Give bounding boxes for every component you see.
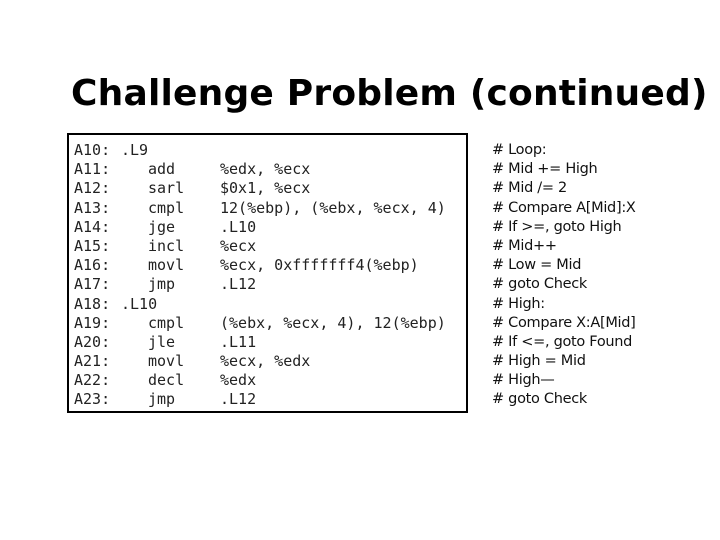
comment-line: # goto Check	[492, 391, 588, 408]
line-label: .L10	[121, 294, 158, 313]
comment-line: # Low = Mid	[492, 257, 582, 274]
line-address: A14:	[74, 217, 111, 236]
line-operands: .L10	[220, 217, 257, 236]
line-address: A16:	[74, 256, 111, 275]
line-opcode: movl	[148, 352, 185, 371]
line-opcode: jle	[148, 332, 176, 351]
line-address: A21:	[74, 352, 111, 371]
line-operands: %ecx, 0xfffffff4(%ebp)	[220, 256, 419, 275]
line-opcode: jmp	[148, 275, 176, 294]
line-address: A19:	[74, 313, 111, 332]
line-operands: %edx	[220, 371, 257, 390]
line-address: A17:	[74, 275, 111, 294]
line-label: .L9	[121, 141, 149, 159]
comment-line: # Mid++	[492, 237, 557, 254]
line-address: A22:	[74, 371, 111, 390]
line-opcode: jmp	[148, 390, 176, 409]
line-address: A20:	[74, 332, 111, 351]
comment-line: # High = Mid	[492, 353, 586, 370]
comment-line: # Mid /= 2	[492, 180, 567, 197]
line-opcode: incl	[148, 236, 185, 255]
comment-line: # If <=, goto Found	[492, 333, 633, 350]
code-comments: # Loop: # Mid += High # Mid /= 2 # Compa…	[492, 141, 636, 410]
line-operands: %ecx, %edx	[220, 352, 311, 371]
line-opcode: sarl	[148, 179, 185, 198]
line-address: A10:	[74, 141, 111, 159]
line-operands: .L12	[220, 390, 257, 409]
line-opcode: decl	[148, 371, 185, 390]
comment-line: # Compare A[Mid]:X	[492, 199, 636, 216]
line-operands: $0x1, %ecx	[220, 179, 311, 198]
line-address: A13:	[74, 198, 111, 217]
line-operands: .L11	[220, 332, 257, 351]
line-opcode: movl	[148, 256, 185, 275]
comment-line: # Compare X:A[Mid]	[492, 314, 636, 331]
comment-line: # goto Check	[492, 276, 588, 293]
line-address: A12:	[74, 179, 111, 198]
line-address: A23:	[74, 390, 111, 409]
comment-line: # Loop:	[492, 142, 547, 158]
line-address: A18:	[74, 294, 111, 313]
line-opcode: cmpl	[148, 198, 185, 217]
line-opcode: cmpl	[148, 313, 185, 332]
comment-line: # High:	[492, 295, 545, 312]
line-address: A15:	[74, 236, 111, 255]
line-opcode: jge	[148, 217, 176, 236]
line-address: A11:	[74, 160, 111, 179]
comment-line: # High—	[492, 372, 555, 389]
comment-line: # If >=, goto High	[492, 218, 622, 235]
line-opcode: add	[148, 160, 176, 179]
comment-line: # Mid += High	[492, 161, 598, 178]
slide-title: Challenge Problem (continued)	[71, 73, 708, 114]
line-operands: .L12	[220, 275, 257, 294]
line-operands: %ecx	[220, 236, 257, 255]
line-operands: (%ebx, %ecx, 4), 12(%ebp)	[220, 313, 446, 332]
line-operands: %edx, %ecx	[220, 160, 311, 179]
line-operands: 12(%ebp), (%ebx, %ecx, 4)	[220, 198, 446, 217]
assembly-code-box: A10: .L9 A11: add %edx, %ecx A12: sarl $0x1, …	[67, 133, 468, 413]
